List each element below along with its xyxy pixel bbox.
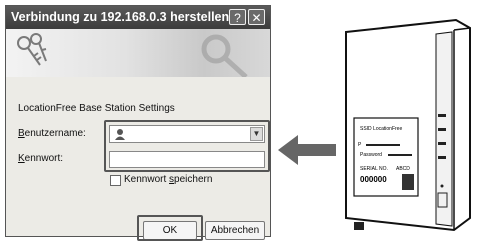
dialog-title: Verbindung zu 192.168.0.3 herstellen xyxy=(11,10,230,24)
arrow-left-icon xyxy=(278,135,336,165)
qr-code xyxy=(402,174,414,190)
sticker-abcd: ABCD xyxy=(396,166,410,172)
sticker-password: Password xyxy=(360,152,382,158)
dialog-banner xyxy=(6,29,270,77)
help-button[interactable]: ? xyxy=(229,9,246,25)
sticker-serial-label: SERIAL NO. xyxy=(360,166,388,172)
close-button[interactable]: ✕ xyxy=(248,9,265,25)
device-illustration: SSID LocationFree P Password SERIAL NO. … xyxy=(345,18,471,232)
username-label: Benutzername: xyxy=(18,128,86,139)
password-label: Kennwort: xyxy=(18,153,64,164)
ok-highlight xyxy=(137,215,203,241)
realm-text: LocationFree Base Station Settings xyxy=(18,103,175,114)
base-station-device: SSID LocationFree P Password SERIAL NO. … xyxy=(336,18,476,247)
sticker-serial-number: 000000 xyxy=(360,175,387,184)
keys-icon xyxy=(17,33,248,77)
remember-password-checkbox[interactable] xyxy=(110,175,121,186)
credentials-highlight xyxy=(104,120,270,172)
title-bar: Verbindung zu 192.168.0.3 herstellen ? ✕ xyxy=(6,6,270,29)
cancel-button[interactable]: Abbrechen xyxy=(205,221,265,240)
remember-password-label[interactable]: Kennwort speichern xyxy=(124,174,212,185)
login-dialog: Verbindung zu 192.168.0.3 herstellen ? ✕… xyxy=(5,5,271,241)
sticker-ssid: SSID LocationFree xyxy=(360,126,402,132)
